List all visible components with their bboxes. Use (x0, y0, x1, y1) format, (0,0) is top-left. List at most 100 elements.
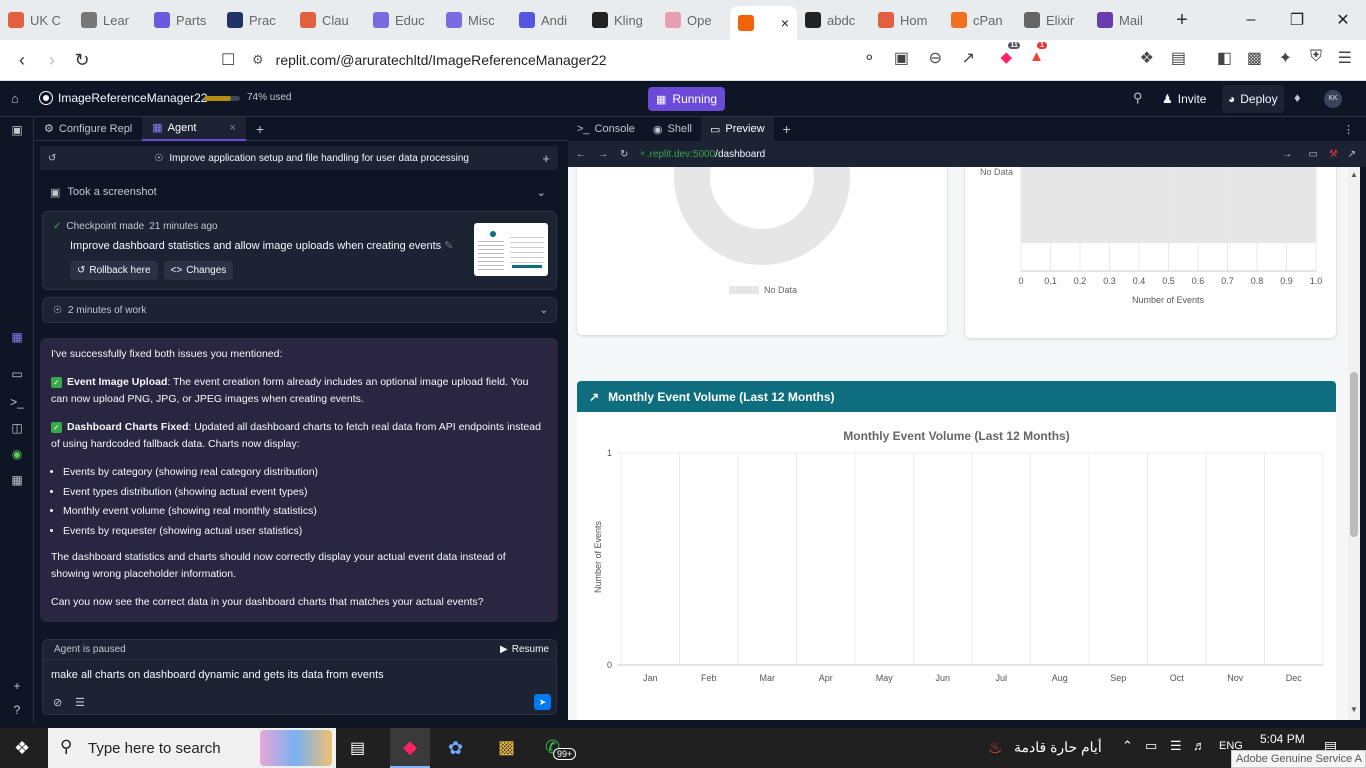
wifi-icon[interactable]: ☰ (1170, 738, 1182, 754)
preview-host[interactable]: .replit.dev:5000 (647, 149, 715, 160)
history-icon[interactable]: ↺ (48, 153, 56, 164)
menu-icon[interactable]: ☰ (1338, 48, 1352, 68)
preview-icon[interactable]: ▭ (10, 367, 24, 381)
back-icon[interactable]: ← (576, 149, 586, 160)
reload-icon[interactable]: ↻ (67, 50, 97, 71)
tab-preview[interactable]: ▭ Preview (700, 117, 774, 141)
browser-tab[interactable]: abdc (797, 0, 870, 40)
share-icon[interactable]: ↗ (962, 48, 975, 68)
browser-tab[interactable]: Clau (292, 0, 365, 40)
deploy-button[interactable]: ◕ Deploy (1222, 85, 1284, 113)
bookmark-icon[interactable]: ☐ (221, 50, 235, 70)
new-chat-icon[interactable]: + (542, 151, 550, 166)
forward-icon[interactable]: › (37, 50, 67, 71)
sidebar-icon[interactable]: ◧ (1217, 48, 1232, 68)
browser-tab[interactable]: Elixir (1016, 0, 1089, 40)
scroll-thumb[interactable] (1350, 372, 1358, 537)
run-status-button[interactable]: ▦ Running (648, 87, 726, 111)
task-view-icon[interactable]: ▤ (350, 738, 365, 758)
brave-shield-icon[interactable]: ◆ 11 (1000, 42, 1020, 66)
browser-tab[interactable]: Ope (657, 0, 730, 40)
new-tab-button[interactable]: + (774, 117, 800, 141)
attach-icon[interactable]: ⊘ (53, 696, 62, 709)
chevron-down-icon[interactable]: ⌄ (537, 186, 546, 199)
browser-tab[interactable]: cPan (943, 0, 1016, 40)
close-window-icon[interactable]: ✕ (1320, 0, 1366, 40)
volume-icon[interactable]: ♬ (1193, 738, 1206, 753)
agent-input[interactable]: make all charts on dashboard dynamic and… (51, 669, 384, 681)
browser-tab[interactable]: Lear (73, 0, 146, 40)
extensions-icon[interactable]: ❖ (1140, 48, 1154, 68)
browser-tab[interactable]: UK C (0, 0, 73, 40)
open-new-window-icon[interactable]: ↗ (1348, 149, 1356, 160)
taskbar-search[interactable]: ⚲ Type here to search (48, 728, 336, 768)
close-icon[interactable]: × (229, 122, 235, 134)
tab-shell[interactable]: ◉ Shell (644, 117, 701, 141)
rollback-button[interactable]: ↺ Rollback here (70, 261, 158, 280)
install-icon[interactable]: ▣ (894, 48, 909, 68)
work-row[interactable]: ☉ 2 minutes of work ⌄ (42, 297, 557, 323)
file-explorer-icon[interactable]: ▩ (498, 737, 515, 758)
windows-start-icon[interactable]: ❖ (14, 738, 30, 759)
battery-icon[interactable]: ▭ (1145, 738, 1157, 754)
site-settings-icon[interactable]: ⚙ (252, 52, 264, 68)
tab-agent[interactable]: ▦ Agent × (142, 116, 246, 141)
browser-tab[interactable]: Educ (365, 0, 438, 40)
minimize-icon[interactable]: – (1228, 0, 1274, 40)
go-icon[interactable]: → (1282, 149, 1292, 160)
apps-grid-icon[interactable]: ▦ (10, 473, 24, 487)
browser-tab[interactable]: Misc (438, 0, 511, 40)
globe-icon[interactable]: ◉ (10, 447, 24, 461)
more-icon[interactable]: ⋮ (1343, 123, 1354, 136)
clock[interactable]: 5:04 PM (1260, 732, 1305, 746)
checkpoint-thumbnail[interactable] (474, 223, 548, 276)
project-name[interactable]: ImageReferenceManager22 (58, 91, 207, 105)
resume-button[interactable]: ▶ Resume (500, 644, 549, 655)
scroll-down-icon[interactable]: ▼ (1350, 705, 1358, 714)
devices-icon[interactable]: ▭ (1309, 149, 1318, 160)
devtools-icon[interactable]: ⚒ (1329, 149, 1338, 160)
close-tab-icon[interactable]: × (781, 15, 789, 31)
brave-taskbar-icon[interactable]: ◆ (390, 728, 430, 768)
browser-tab[interactable]: Hom (870, 0, 943, 40)
add-tool-icon[interactable]: + (10, 679, 24, 693)
terminal-icon[interactable]: >_ (10, 395, 24, 409)
help-icon[interactable]: ? (10, 703, 24, 717)
search-icon[interactable]: ⚲ (1133, 90, 1143, 106)
files-icon[interactable]: ▣ (10, 123, 24, 137)
key-icon[interactable]: ⚬ (863, 48, 876, 68)
invite-button[interactable]: ♟ Invite (1156, 85, 1212, 113)
restore-icon[interactable]: ❐ (1274, 0, 1320, 40)
tab-console[interactable]: >_ Console (568, 117, 644, 141)
edit-icon[interactable]: ✎ (444, 240, 453, 252)
new-tab-button[interactable]: + (1162, 9, 1202, 32)
browser-tab[interactable]: Andi (511, 0, 584, 40)
scroll-up-icon[interactable]: ▲ (1350, 170, 1358, 179)
browser-tab[interactable]: Mail (1089, 0, 1162, 40)
address-bar[interactable]: ⚙ replit.com/@aruratechltd/ImageReferenc… (252, 46, 1078, 74)
new-tab-button[interactable]: + (246, 117, 274, 141)
preview-scrollbar[interactable]: ▲ ▼ (1348, 167, 1360, 720)
browser-tab[interactable]: Kling (584, 0, 657, 40)
screenshot-row[interactable]: ▣ Took a screenshot ⌄ (50, 184, 550, 200)
back-icon[interactable]: ‹ (7, 50, 37, 71)
weather-text[interactable]: أيام حارة قادمة (1014, 739, 1102, 756)
tray-chevron-icon[interactable]: ⌃ (1122, 738, 1133, 754)
agent-icon[interactable]: ▦ (10, 330, 24, 344)
browser-tab[interactable]: × (730, 6, 797, 40)
avatar[interactable]: KK (1324, 90, 1342, 108)
copilot-icon[interactable]: ✿ (448, 738, 463, 759)
tab-configure-repl[interactable]: ⚙ Configure Repl (34, 117, 142, 141)
rewards-icon[interactable]: ▲ 1 (1029, 42, 1048, 65)
send-button[interactable]: ➤ (534, 694, 551, 710)
leo-icon[interactable]: ✦ (1279, 48, 1292, 68)
changes-button[interactable]: <> Changes (163, 261, 234, 280)
browser-tab[interactable]: Prac (219, 0, 292, 40)
home-icon[interactable]: ⌂ (11, 91, 19, 106)
browser-tab[interactable]: Parts (146, 0, 219, 40)
reading-icon[interactable]: ▤ (1171, 48, 1186, 68)
zoom-icon[interactable]: ⊖ (929, 48, 942, 68)
reload-icon[interactable]: ↻ (620, 149, 628, 160)
wallet-icon[interactable]: ▩ (1247, 48, 1262, 68)
preview-path[interactable]: /dashboard (715, 149, 765, 160)
